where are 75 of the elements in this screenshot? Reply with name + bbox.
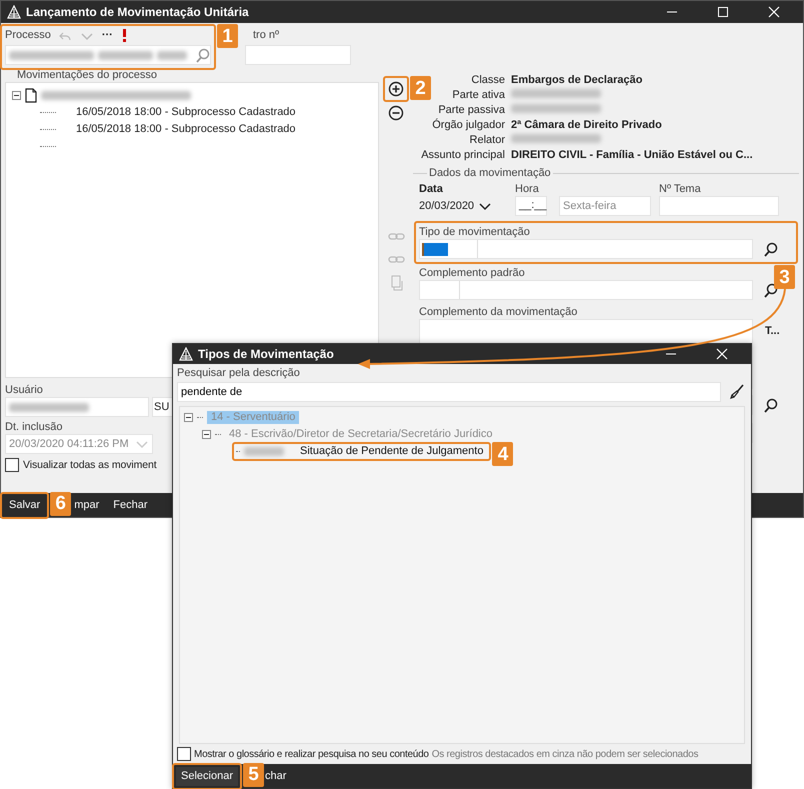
search-field[interactable]: pendente de [177,382,721,402]
remove-icon[interactable] [388,105,404,121]
search-icon[interactable] [763,282,778,298]
search-icon[interactable] [763,242,778,256]
info-label: Assunto principal [421,149,505,161]
field-label: Complemento padrão [419,267,525,280]
weekday-field: Sexta-feira [559,196,651,216]
blurred-text [157,50,187,60]
more-button[interactable]: ··· [102,29,113,42]
step-number: 2 [410,76,431,100]
blurred-text [244,447,284,456]
step-number: 3 [774,265,795,289]
field-label: Usuário [5,384,43,397]
text-selection [422,242,448,256]
field-label: Processo [5,29,51,42]
info-label: Parte ativa [452,89,505,101]
window-title: Lançamento de Movimentação Unitária [26,6,249,18]
field-label: Data [419,183,443,196]
app-logo-icon [7,5,21,19]
step-number: 1 [217,24,238,48]
add-icon[interactable] [388,81,404,97]
field-label: Tipo de movimentação [419,226,530,239]
group-title: Movimentações do processo [17,69,158,82]
checkbox[interactable] [5,458,19,472]
field-label: Hora [515,183,539,196]
note-text: Os registros destacados em cinza não podem ser selecionados [432,748,698,760]
field-label: Dt. inclusão [5,421,62,434]
close-icon[interactable] [714,346,730,362]
info-label: Relator [470,134,505,146]
toolbar-button[interactable]: Salvar [4,496,46,514]
field-value: 20/03/2020 04:11:26 PM [9,438,129,450]
brush-icon[interactable] [729,384,745,400]
lookup-field[interactable] [419,239,753,259]
maximize-icon[interactable] [715,4,731,20]
toolbar-button[interactable]: Selecionar [176,766,238,786]
step-number: 4 [492,442,514,466]
search-icon[interactable] [763,398,778,412]
info-value: Embargos de Declaração [511,73,644,88]
field-label: Nº Tema [659,183,701,196]
info-value: 2ª Câmara de Direito Privado [511,118,663,133]
date-field[interactable]: 20/03/2020 [419,196,507,216]
collapse-icon[interactable] [12,91,21,100]
close-icon[interactable] [766,4,782,20]
process-field[interactable] [5,45,211,65]
app-logo-icon [179,347,193,361]
checkbox-label: Visualizar todas as moviment [23,458,157,472]
text-format-button[interactable]: T... [765,325,780,338]
field-value: 20/03/2020 [419,200,474,212]
checkbox-label: Mostrar o glossário e realizar pesquisa no seu conteúdo [194,748,429,760]
blurred-text [98,50,153,60]
user-field[interactable] [5,397,149,417]
time-field[interactable]: __:__ [515,196,547,216]
number-field[interactable] [659,196,779,216]
highlight-frame [0,492,50,518]
lookup-field[interactable] [419,280,753,300]
checkbox[interactable] [177,747,191,761]
field-label: tro nº [253,29,280,42]
info-label: Órgão julgador [432,119,505,131]
dialog-title: Tipos de Movimentação [198,348,334,360]
group-title: Dados da movimentação [427,167,553,179]
alert-icon [120,29,128,42]
tree-item[interactable]: 16/05/2018 18:00 - Subprocesso Cadastrado [76,123,296,136]
toolbar-button[interactable]: Fechar [108,496,152,514]
document-icon [25,88,37,103]
toolbar-button[interactable]: mpar [69,496,104,514]
field-label: Complemento da movimentação [419,306,578,319]
info-value: DIREITO CIVIL - Família - União Estável ou C... [511,148,754,163]
info-label: Classe [471,74,505,86]
tree-item[interactable]: 16/05/2018 18:00 - Subprocesso Cadastrado [76,106,296,119]
step-number: 5 [242,762,264,786]
highlight-frame [172,762,242,789]
number-field[interactable] [245,45,351,65]
field-label: Pesquisar pela descrição [177,367,300,380]
info-label: Parte passiva [438,104,505,116]
step-number: 6 [50,492,72,516]
